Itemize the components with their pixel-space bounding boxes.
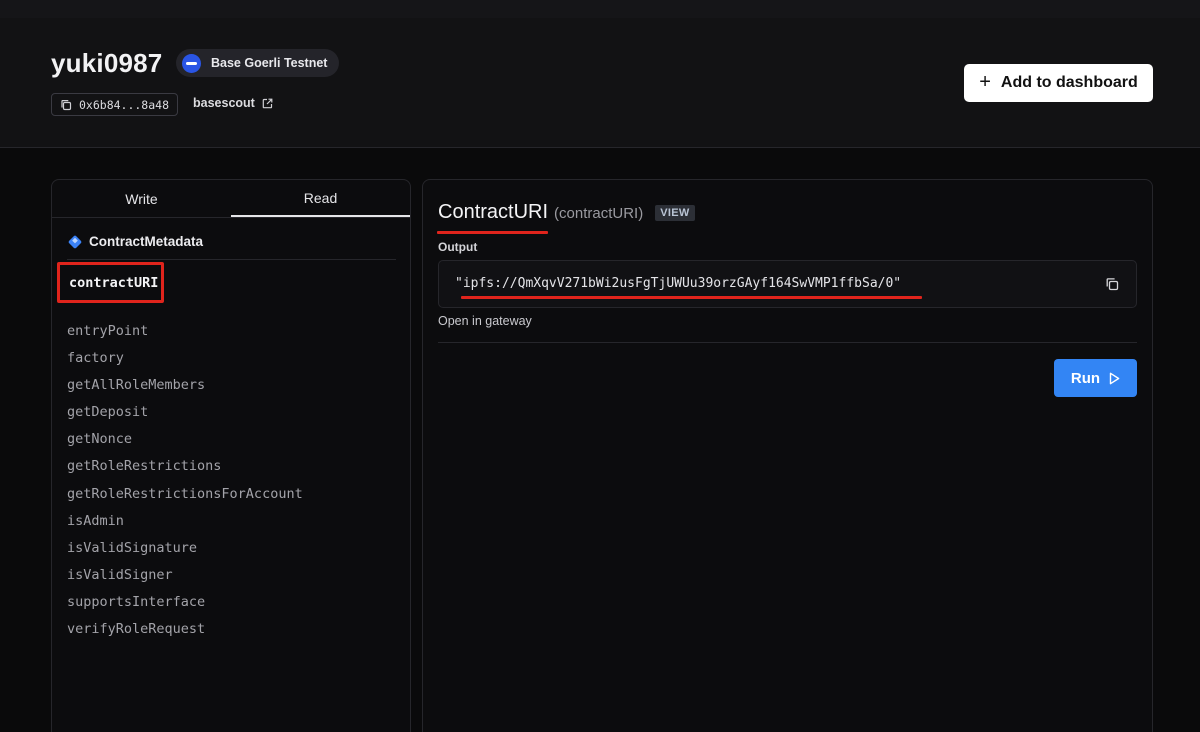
run-button[interactable]: Run <box>1054 359 1137 397</box>
function-item[interactable]: factory <box>67 348 303 375</box>
external-link-icon <box>262 98 273 108</box>
function-item[interactable]: getRoleRestrictionsForAccount <box>67 484 303 511</box>
run-button-label: Run <box>1070 369 1101 387</box>
contract-header: yuki0987 Base Goerli Testnet 0x6b84...8a… <box>0 18 1200 148</box>
extension-section-header: ContractMetadata <box>67 234 203 249</box>
section-label: ContractMetadata <box>89 234 204 249</box>
base-network-icon <box>182 53 201 73</box>
divider <box>438 342 1137 343</box>
play-icon <box>1109 372 1120 384</box>
open-in-gateway-link[interactable]: Open in gateway <box>438 314 532 328</box>
view-badge: VIEW <box>655 204 695 221</box>
copy-icon <box>61 99 72 110</box>
function-item[interactable]: isValidSignature <box>67 538 303 565</box>
function-item[interactable]: getRoleRestrictions <box>67 456 303 483</box>
add-to-dashboard-button[interactable]: + Add to dashboard <box>964 64 1153 102</box>
add-button-label: Add to dashboard <box>1000 74 1138 91</box>
copy-output-icon[interactable] <box>1105 277 1119 291</box>
functions-panel: Write Read ContractMetadata contractURI … <box>51 179 411 732</box>
function-heading: ContractURI (contractURI) VIEW <box>436 201 695 234</box>
copy-address-button[interactable]: 0x6b84...8a48 <box>51 93 178 116</box>
function-item[interactable]: getDeposit <box>67 402 303 429</box>
function-item[interactable]: verifyRoleRequest <box>67 619 303 646</box>
function-name: ContractURI <box>436 201 549 234</box>
section-divider <box>67 259 396 260</box>
function-list: entryPoint factory getAllRoleMembers get… <box>67 321 303 646</box>
page-title: yuki0987 <box>51 48 163 78</box>
output-value: "ipfs://QmXqvV271bWi2usFgTjUWUu39orzGAyf… <box>455 276 902 291</box>
function-item[interactable]: getNonce <box>67 429 303 456</box>
function-item[interactable]: supportsInterface <box>67 592 303 619</box>
network-badge[interactable]: Base Goerli Testnet <box>176 49 340 77</box>
explorer-link-label: basescout <box>193 96 255 110</box>
function-detail-panel: ContractURI (contractURI) VIEW Output "i… <box>422 179 1153 732</box>
plus-icon: + <box>979 71 991 93</box>
extension-diamond-icon <box>67 234 83 249</box>
tab-write[interactable]: Write <box>52 180 231 217</box>
tab-bar: Write Read <box>52 180 410 218</box>
explorer-link[interactable]: basescout <box>193 96 273 110</box>
function-item[interactable]: isAdmin <box>67 511 303 538</box>
network-label: Base Goerli Testnet <box>211 56 328 70</box>
output-label: Output <box>438 240 478 254</box>
highlight-underline <box>461 296 922 299</box>
tab-read[interactable]: Read <box>231 180 410 217</box>
function-item[interactable]: isValidSigner <box>67 565 303 592</box>
address-text: 0x6b84...8a48 <box>79 97 170 112</box>
output-field[interactable]: "ipfs://QmXqvV271bWi2usFgTjUWUu39orzGAyf… <box>438 260 1137 308</box>
function-item-selected[interactable]: contractURI <box>57 262 164 303</box>
top-strip <box>0 0 1200 18</box>
function-signature: (contractURI) <box>554 205 644 222</box>
function-item[interactable]: getAllRoleMembers <box>67 375 303 402</box>
function-item[interactable]: entryPoint <box>67 321 303 348</box>
